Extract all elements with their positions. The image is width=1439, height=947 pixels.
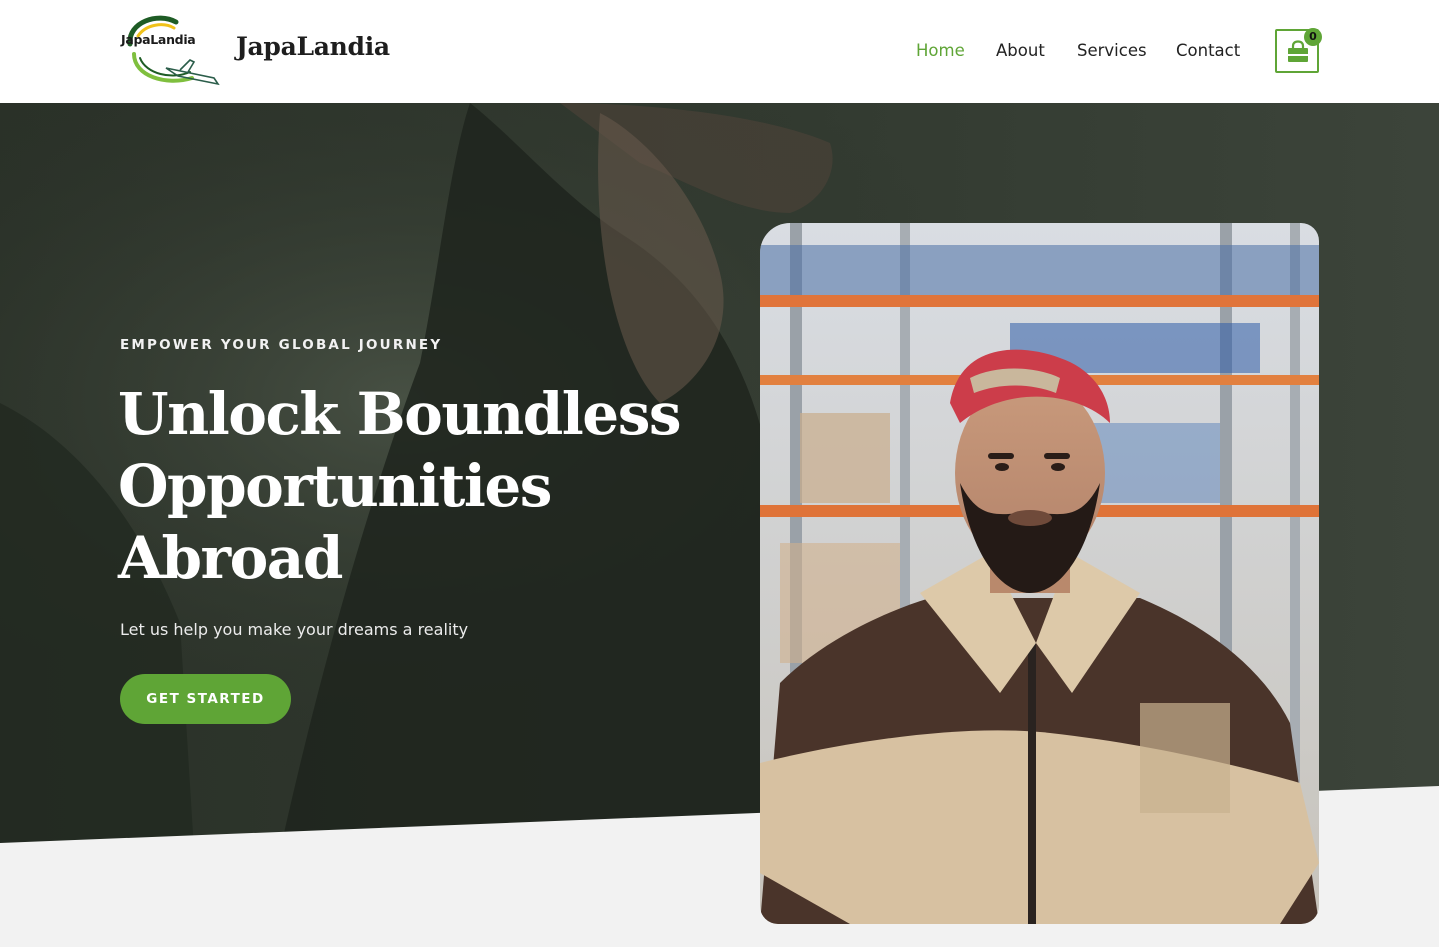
headline-line-3: Abroad [118, 524, 343, 592]
cart-count-badge: 0 [1304, 28, 1322, 46]
get-started-button[interactable]: GET STARTED [120, 674, 291, 724]
logo-text: JapaLandia [121, 32, 196, 47]
nav-home[interactable]: Home [916, 41, 965, 60]
nav-about[interactable]: About [996, 41, 1045, 60]
logo[interactable]: JapaLandia [118, 14, 222, 88]
brand-name[interactable]: JapaLandia [236, 32, 390, 61]
headline-line-1: Unlock Boundless [118, 380, 682, 448]
nav-services[interactable]: Services [1077, 41, 1147, 60]
logo-emblem [127, 15, 220, 86]
hero-headline: Unlock Boundless Opportunities Abroad [118, 378, 718, 594]
hero-subtext: Let us help you make your dreams a reali… [120, 620, 469, 639]
nav-contact[interactable]: Contact [1176, 41, 1240, 60]
hero-eyebrow: EMPOWER YOUR GLOBAL JOURNEY [120, 337, 443, 353]
warehouse-worker-photo [760, 223, 1319, 924]
headline-line-2: Opportunities [118, 452, 552, 520]
warehouse-worker-illustration [760, 223, 1319, 924]
site-header: JapaLandia JapaLandia Home About Service… [0, 0, 1439, 103]
